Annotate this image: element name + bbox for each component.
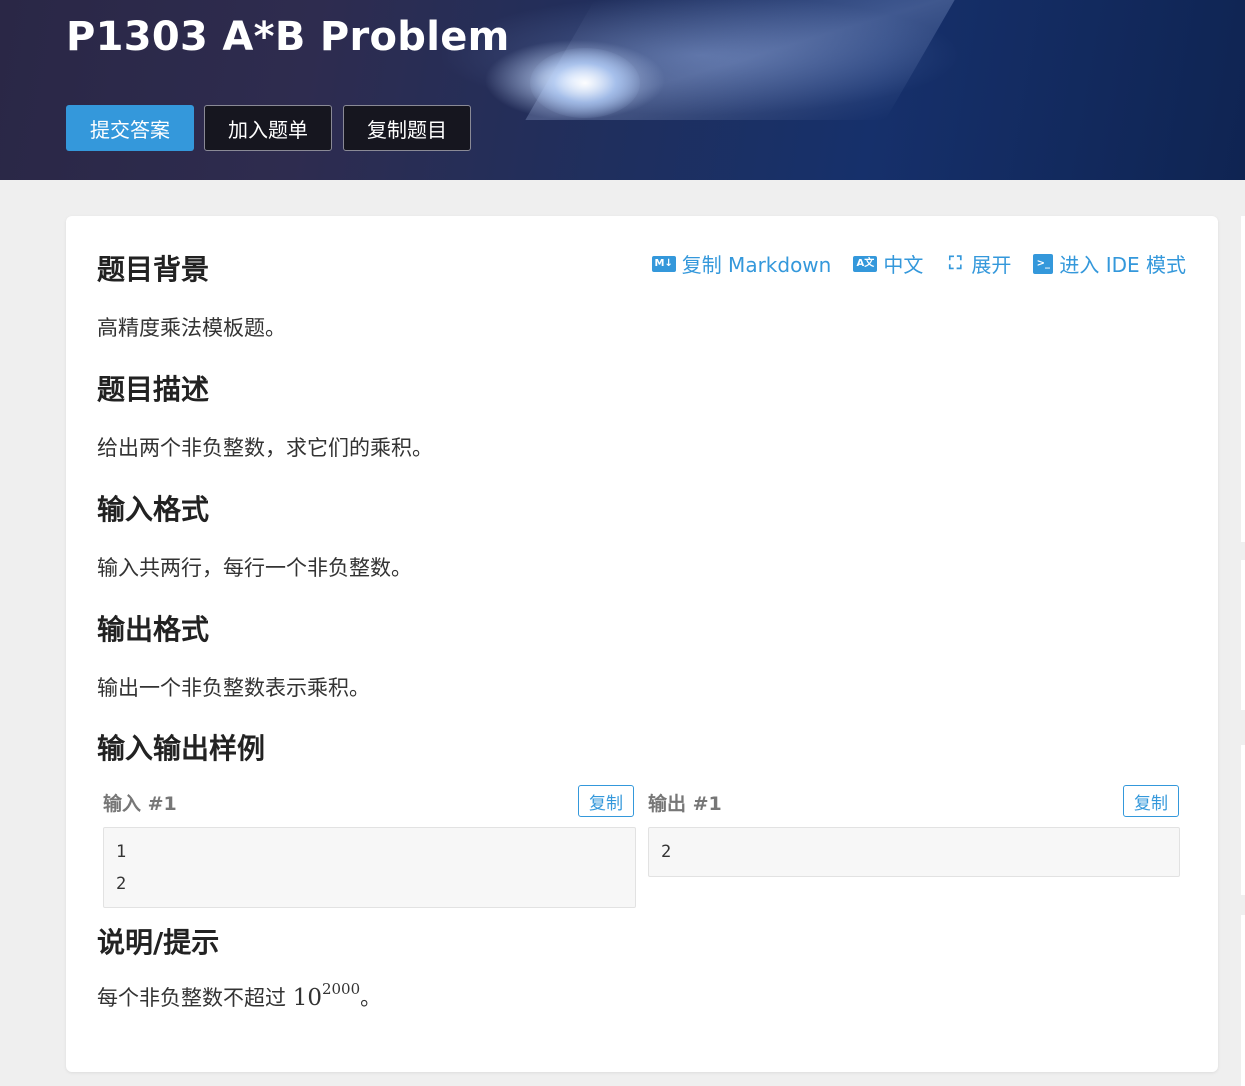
expand-label: 展开 [971,253,1012,277]
problem-toolbar: M↓ 复制 Markdown A文 中文 ⛶ 展开 >_ 进入 IDE 模式 [651,249,1186,278]
side-panel-edge [1241,560,1245,710]
hint-text-prefix: 每个非负整数不超过 [97,986,293,1010]
banner-comet [530,48,640,118]
output-format-text: 输出一个非负整数表示乘积。 [97,676,370,700]
description-text: 给出两个非负整数，求它们的乘积。 [97,436,433,460]
background-heading: 题目背景 [97,253,210,286]
side-panel-edge [1241,915,1245,1086]
expand-icon: ⛶ [949,252,962,274]
language-button[interactable]: A文 中文 [853,249,923,278]
copy-markdown-label: 复制 Markdown [681,253,832,277]
hint-math: 102000 [292,980,360,1011]
side-panel-edge [1241,216,1245,542]
input-format-heading: 输入格式 [97,493,210,526]
output-format-heading: 输出格式 [97,613,210,646]
header-banner: P1303 A*B Problem 提交答案 加入题单 复制题目 [0,0,1245,180]
math-base: 10 [292,985,322,1011]
sample-input-box: 1 2 [103,827,636,908]
samples-heading: 输入输出样例 [97,732,266,765]
terminal-icon: >_ [1033,253,1054,274]
input-format-text: 输入共两行，每行一个非负整数。 [97,556,412,580]
copy-output-button[interactable]: 复制 [1123,785,1179,817]
markdown-icon: M↓ [651,255,676,272]
translate-icon: A文 [853,255,878,272]
copy-problem-button[interactable]: 复制题目 [343,105,471,151]
sample-output-line: 2 [661,842,672,862]
sample-input-label: 输入 #1 [103,793,177,815]
hint-heading: 说明/提示 [97,926,220,959]
submit-answer-button[interactable]: 提交答案 [66,105,194,151]
language-label: 中文 [883,253,924,277]
sample-input-line: 1 [116,842,127,862]
description-heading: 题目描述 [97,373,210,406]
hint-text-suffix: 。 [360,986,382,1010]
hint-text: 每个非负整数不超过 102000。 [97,980,382,1012]
expand-button[interactable]: ⛶ 展开 [945,249,1011,278]
add-to-list-button[interactable]: 加入题单 [204,105,332,151]
sample-output-box: 2 [648,827,1180,877]
math-exponent: 2000 [321,980,361,999]
ide-mode-label: 进入 IDE 模式 [1059,253,1186,277]
sample-input-line: 2 [116,874,127,894]
sample-output-label: 输出 #1 [648,793,722,815]
problem-title: P1303 A*B Problem [66,14,510,60]
problem-card: M↓ 复制 Markdown A文 中文 ⛶ 展开 >_ 进入 IDE 模式 题… [66,216,1218,1072]
copy-input-button[interactable]: 复制 [578,785,634,817]
copy-markdown-button[interactable]: M↓ 复制 Markdown [651,249,832,278]
ide-mode-button[interactable]: >_ 进入 IDE 模式 [1033,249,1186,278]
background-text: 高精度乘法模板题。 [97,316,286,340]
side-panel-edge [1241,745,1245,895]
